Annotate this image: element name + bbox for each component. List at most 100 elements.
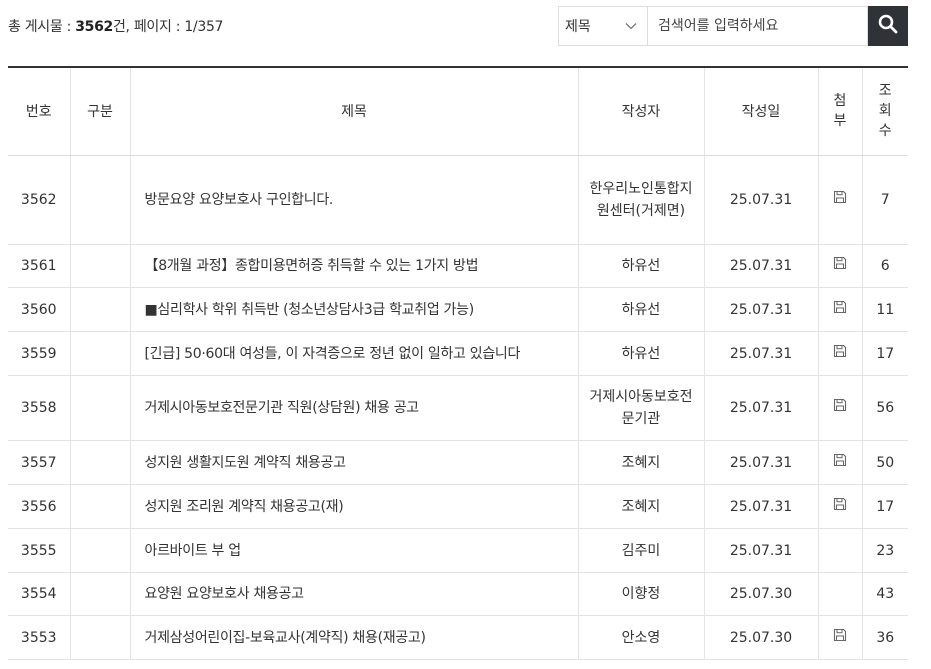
post-title-link[interactable]: ■심리학사 학위 취득반 (청소년상담사3급 학교취업 가능) (130, 287, 579, 332)
post-attachment[interactable] (818, 440, 863, 485)
post-number: 3557 (8, 440, 71, 485)
table-row: 3560 ■심리학사 학위 취득반 (청소년상담사3급 학교취업 가능) 하유선 25… (8, 287, 908, 332)
post-title-link[interactable]: 아르바이트 부 업 (130, 528, 579, 573)
attachment-icon[interactable] (833, 496, 847, 518)
post-writer: 조혜지 (578, 440, 705, 485)
post-category (70, 155, 131, 245)
post-category (70, 615, 131, 660)
post-title-link[interactable]: 성지원 조리원 계약직 채용공고(재) (130, 484, 579, 529)
table-row: 3562 방문요양 요양보호사 구인합니다. 한우리노인통합지원센터(거제면) 25.… (8, 155, 908, 245)
search-icon (878, 14, 898, 38)
post-writer: 거제시아동보호전문기관 (578, 375, 705, 441)
search-field-value: 제목 (565, 19, 591, 35)
post-attachment[interactable] (818, 155, 863, 245)
page-label: 페이지 : (133, 19, 185, 35)
search-button[interactable] (868, 6, 908, 46)
attachment-icon[interactable] (833, 627, 847, 649)
post-date: 25.07.31 (704, 244, 819, 288)
table-row: 3554 요양원 요양보호사 채용공고 이향정 25.07.30 43 (8, 572, 908, 616)
attachment-icon[interactable] (833, 452, 847, 474)
page-indicator: 1/357 (184, 19, 224, 35)
post-category (70, 528, 131, 573)
post-writer: 이향정 (578, 572, 705, 616)
board-table: 번호 구분 제목 작성자 작성일 첨부 조회수 3562 방문요양 요양보호사 구… (8, 66, 908, 660)
table-row: 3559 [긴급] 50·60대 여성들, 이 자격증으로 정년 없이 일하고 있… (8, 331, 908, 376)
col-header-writer: 작성자 (578, 67, 705, 156)
table-row: 3561 【8개월 과정】종합미용면허증 취득할 수 있는 1가지 방법 하유선 25… (8, 244, 908, 288)
table-row: 3558 거제시아동보호전문기관 직원(상담원) 채용 공고 거제시아동보호전문기관… (8, 375, 908, 441)
post-attachment[interactable] (818, 287, 863, 332)
col-header-views: 조회수 (862, 67, 908, 156)
chevron-down-icon (625, 19, 637, 33)
attachment-icon[interactable] (833, 299, 847, 321)
post-number: 3553 (8, 615, 71, 660)
post-writer: 하유선 (578, 244, 705, 288)
col-header-category: 구분 (70, 67, 131, 156)
post-title-link[interactable]: 성지원 생활지도원 계약직 채용공고 (130, 440, 579, 485)
post-title-link[interactable]: [긴급] 50·60대 여성들, 이 자격증으로 정년 없이 일하고 있습니다 (130, 331, 579, 376)
search-field-select[interactable]: 제목 (558, 6, 648, 46)
attachment-icon[interactable] (833, 189, 847, 211)
post-number: 3562 (8, 155, 71, 245)
post-date: 25.07.31 (704, 375, 819, 441)
post-date: 25.07.31 (704, 484, 819, 529)
post-attachment (818, 572, 863, 616)
post-number: 3560 (8, 287, 71, 332)
table-row: 3556 성지원 조리원 계약직 채용공고(재) 조혜지 25.07.31 17 (8, 484, 908, 529)
post-writer: 하유선 (578, 287, 705, 332)
col-header-title: 제목 (130, 67, 579, 156)
post-number: 3559 (8, 331, 71, 376)
post-views: 11 (862, 287, 908, 332)
total-unit: 건, (112, 19, 134, 35)
post-title-link[interactable]: 【8개월 과정】종합미용면허증 취득할 수 있는 1가지 방법 (130, 244, 579, 288)
attachment-icon[interactable] (833, 343, 847, 365)
post-writer: 김주미 (578, 528, 705, 573)
post-category (70, 375, 131, 441)
post-attachment[interactable] (818, 331, 863, 376)
post-writer: 한우리노인통합지원센터(거제면) (578, 155, 705, 245)
col-header-date: 작성일 (704, 67, 819, 156)
post-attachment[interactable] (818, 615, 863, 660)
post-writer: 하유선 (578, 331, 705, 376)
table-header-row: 번호 구분 제목 작성자 작성일 첨부 조회수 (8, 67, 908, 156)
post-category (70, 440, 131, 485)
attachment-icon[interactable] (833, 397, 847, 419)
post-date: 25.07.31 (704, 155, 819, 245)
post-category (70, 244, 131, 288)
post-views: 6 (862, 244, 908, 288)
post-title-link[interactable]: 거제시아동보호전문기관 직원(상담원) 채용 공고 (130, 375, 579, 441)
post-views: 56 (862, 375, 908, 441)
search-input[interactable] (648, 6, 868, 46)
post-title-link[interactable]: 거제삼성어린이집-보육교사(계약직) 채용(재공고) (130, 615, 579, 660)
post-views: 43 (862, 572, 908, 616)
post-attachment[interactable] (818, 244, 863, 288)
total-count: 3562 (75, 19, 113, 35)
post-date: 25.07.30 (704, 615, 819, 660)
post-attachment[interactable] (818, 484, 863, 529)
post-views: 17 (862, 331, 908, 376)
post-date: 25.07.31 (704, 287, 819, 332)
table-row: 3555 아르바이트 부 업 김주미 25.07.31 23 (8, 528, 908, 573)
post-number: 3555 (8, 528, 71, 573)
post-attachment (818, 528, 863, 573)
post-category (70, 287, 131, 332)
post-attachment[interactable] (818, 375, 863, 441)
table-row: 3553 거제삼성어린이집-보육교사(계약직) 채용(재공고) 안소영 25.07.3… (8, 615, 908, 660)
post-views: 17 (862, 484, 908, 529)
post-writer: 조혜지 (578, 484, 705, 529)
total-label: 총 게시물 : (8, 19, 76, 35)
post-views: 36 (862, 615, 908, 660)
table-row: 3557 성지원 생활지도원 계약직 채용공고 조혜지 25.07.31 50 (8, 440, 908, 485)
attachment-icon[interactable] (833, 255, 847, 277)
post-category (70, 331, 131, 376)
col-header-attach: 첨부 (818, 67, 863, 156)
post-title-link[interactable]: 방문요양 요양보호사 구인합니다. (130, 155, 579, 245)
search-bar: 제목 (558, 6, 908, 46)
col-header-no: 번호 (8, 67, 71, 156)
post-number: 3558 (8, 375, 71, 441)
post-views: 23 (862, 528, 908, 573)
board-summary: 총 게시물 : 3562건, 페이지 : 1/357 (8, 16, 223, 36)
post-views: 50 (862, 440, 908, 485)
post-number: 3561 (8, 244, 71, 288)
post-title-link[interactable]: 요양원 요양보호사 채용공고 (130, 572, 579, 616)
